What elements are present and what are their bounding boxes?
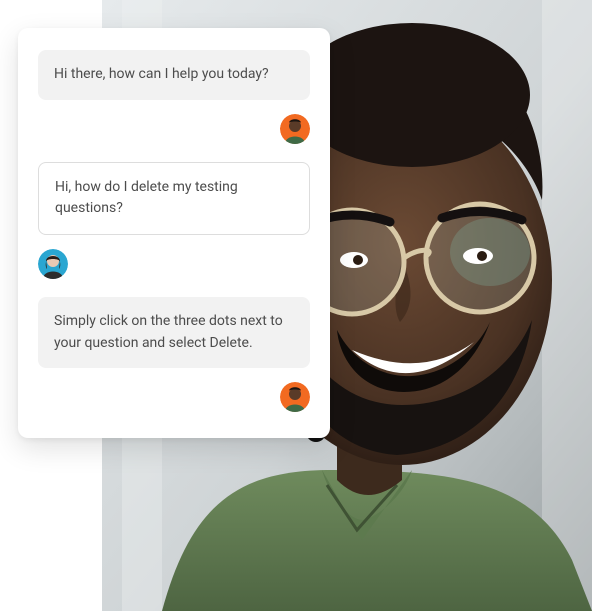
chat-bubble: Hi there, how can I help you today? bbox=[38, 50, 310, 100]
chat-message-user: Hi, how do I delete my testing questions… bbox=[38, 162, 310, 235]
user-avatar bbox=[38, 249, 68, 279]
chat-bubble: Simply click on the three dots next to y… bbox=[38, 297, 310, 368]
chat-message-agent: Simply click on the three dots next to y… bbox=[38, 297, 310, 368]
chat-text: Hi, how do I delete my testing questions… bbox=[55, 179, 238, 217]
avatar-row bbox=[38, 382, 310, 412]
chat-panel: Hi there, how can I help you today? Hi, … bbox=[18, 28, 330, 438]
avatar-row bbox=[38, 114, 310, 144]
chat-text: Simply click on the three dots next to y… bbox=[54, 313, 283, 351]
agent-avatar bbox=[280, 382, 310, 412]
agent-avatar bbox=[280, 114, 310, 144]
chat-message-agent: Hi there, how can I help you today? bbox=[38, 50, 310, 100]
chat-text: Hi there, how can I help you today? bbox=[54, 66, 269, 82]
chat-bubble: Hi, how do I delete my testing questions… bbox=[38, 162, 310, 235]
avatar-row bbox=[38, 249, 310, 279]
